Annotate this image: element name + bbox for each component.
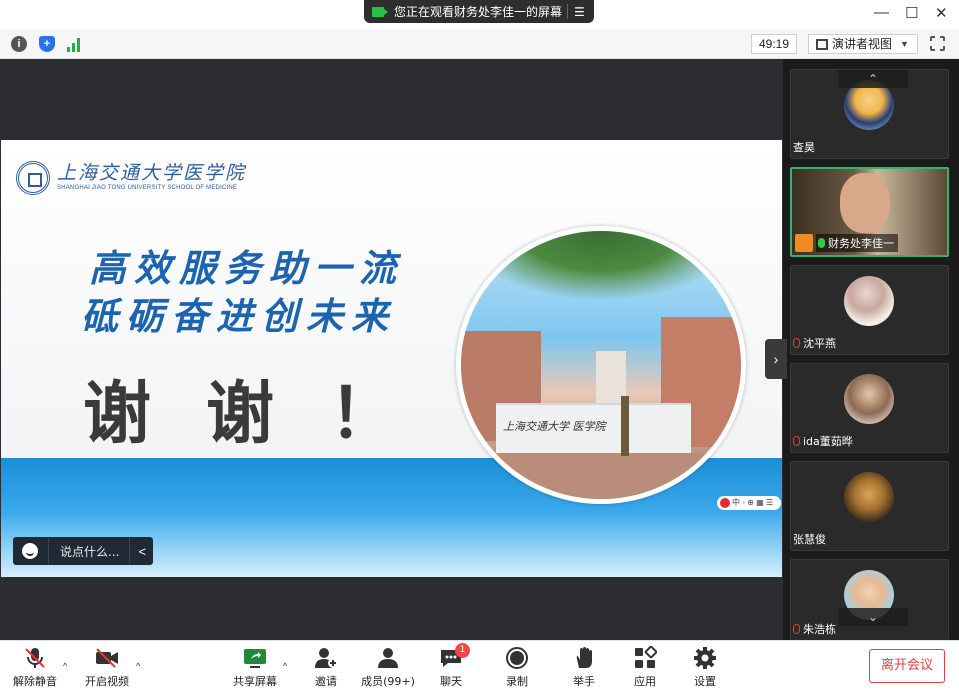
muted-mic-icon: [23, 646, 47, 670]
muted-mic-icon: [793, 436, 800, 446]
chat-button[interactable]: 1 聊天: [420, 643, 482, 689]
view-mode-dropdown[interactable]: 演讲者视图 ▼: [808, 34, 918, 54]
avatar: [844, 276, 894, 326]
divider: [567, 4, 568, 19]
thanks-text: 谢谢！: [83, 375, 453, 454]
gear-icon: [693, 646, 717, 670]
fullscreen-icon[interactable]: [929, 35, 946, 52]
collapse-gallery-button[interactable]: ›: [765, 339, 787, 379]
comment-placeholder[interactable]: 说点什么...: [60, 543, 119, 560]
scroll-up-icon[interactable]: ⌃: [838, 70, 908, 88]
participant-name: 张慧俊: [793, 533, 826, 546]
participant-face: [840, 173, 890, 233]
participant-name: 财务处李佳一: [816, 234, 898, 252]
record-icon: [505, 646, 529, 670]
muted-mic-icon: [793, 338, 800, 348]
start-video-label: 开启视频: [85, 675, 129, 688]
video-off-icon: [95, 646, 119, 670]
share-options-caret[interactable]: ^: [283, 661, 287, 671]
microphone-icon: [818, 238, 825, 248]
unmute-button[interactable]: 解除静音: [4, 646, 66, 689]
host-icon: [795, 234, 813, 252]
speaker-view-icon: [816, 38, 828, 50]
comment-input-bar[interactable]: 说点什么... <: [13, 537, 153, 565]
chat-icon: 1: [439, 643, 470, 670]
input-method-toolbar[interactable]: 中 ◦ ⊕ ▦ ☰: [717, 496, 781, 510]
members-label: 成员(99+): [361, 675, 415, 688]
apps-label: 应用: [634, 675, 656, 688]
members-button[interactable]: 成员(99+): [357, 646, 419, 689]
chevron-down-icon: ▼: [900, 39, 909, 49]
participant-tile-active-speaker[interactable]: 财务处李佳一: [790, 167, 949, 257]
shield-icon[interactable]: +: [39, 36, 55, 52]
share-screen-label: 共享屏幕: [233, 675, 277, 688]
chat-label: 聊天: [440, 675, 462, 688]
meeting-toolbar: i + 49:19 演讲者视图 ▼: [0, 29, 959, 59]
muted-mic-icon: [793, 624, 800, 634]
view-mode-label: 演讲者视图: [832, 37, 893, 51]
screen-share-icon: [372, 6, 388, 17]
meeting-controls-bar: 解除静音 ^ 开启视频 ^ 共享屏幕 ^ 邀请 成员(99+) 1 聊天 录制 …: [0, 640, 959, 693]
start-video-button[interactable]: 开启视频: [76, 646, 138, 689]
members-icon: [376, 646, 400, 670]
presentation-slide: 上海交通大学医学院 SHANGHAI JIAO TONG UNIVERSITY …: [1, 140, 782, 577]
avatar: [844, 472, 894, 522]
participant-tile[interactable]: 朱浩栋: [790, 559, 949, 641]
slogan-line-2: 砥砺奋进创未来: [81, 294, 396, 338]
meeting-timer: 49:19: [751, 34, 797, 54]
participant-name: ida董茹晔: [793, 433, 853, 449]
info-icon[interactable]: i: [11, 36, 27, 52]
sogou-icon: [720, 497, 730, 508]
share-screen-button[interactable]: 共享屏幕: [224, 646, 286, 689]
view-options-icon[interactable]: ☰: [574, 5, 585, 19]
record-label: 录制: [506, 675, 528, 688]
invite-button[interactable]: 邀请: [295, 646, 357, 689]
share-notice-pill[interactable]: 您正在观看财务处李佳一的屏幕 ☰: [364, 0, 594, 23]
settings-label: 设置: [694, 675, 716, 688]
unmute-label: 解除静音: [13, 675, 57, 688]
invite-user-icon: [314, 646, 338, 670]
raise-hand-button[interactable]: 举手: [553, 646, 615, 689]
scroll-down-icon[interactable]: ⌄: [838, 608, 908, 626]
campus-photo: 上海交通大学 医学院: [456, 226, 746, 504]
logo-english-name: SHANGHAI JIAO TONG UNIVERSITY SCHOOL OF …: [57, 185, 238, 191]
participant-name: 查昊: [793, 141, 815, 154]
title-bar: 您正在观看财务处李佳一的屏幕 ☰ — ☐ ✕: [0, 0, 959, 28]
invite-label: 邀请: [315, 675, 337, 688]
hand-icon: [572, 646, 596, 670]
chat-unread-badge: 1: [455, 643, 470, 658]
video-options-caret[interactable]: ^: [136, 661, 140, 671]
participant-tile[interactable]: 张慧俊: [790, 461, 949, 551]
participant-tile[interactable]: ida董茹晔: [790, 363, 949, 453]
leave-meeting-button[interactable]: 离开会议: [869, 649, 945, 683]
meeting-window: 您正在观看财务处李佳一的屏幕 ☰ — ☐ ✕ i + 49:19 演讲者视图 ▼…: [0, 0, 959, 693]
university-seal-logo: [16, 161, 50, 195]
chevron-left-icon[interactable]: <: [138, 544, 146, 559]
shared-screen-stage: 上海交通大学医学院 SHANGHAI JIAO TONG UNIVERSITY …: [0, 59, 783, 640]
emoji-icon[interactable]: [22, 543, 38, 559]
participant-tile[interactable]: 沈平燕: [790, 265, 949, 355]
apps-grid-icon: [633, 645, 658, 670]
participant-name: 沈平燕: [793, 335, 836, 351]
minimize-button[interactable]: —: [874, 4, 889, 21]
campus-sign-text: 上海交通大学 医学院: [503, 420, 606, 433]
share-notice-text: 您正在观看财务处李佳一的屏幕: [394, 5, 563, 19]
maximize-button[interactable]: ☐: [905, 4, 918, 22]
avatar: [844, 374, 894, 424]
slogan-line-1: 高效服务助一流: [89, 246, 404, 290]
settings-button[interactable]: 设置: [674, 646, 736, 689]
divider: [129, 538, 131, 564]
divider: [48, 538, 49, 564]
signal-icon[interactable]: [67, 36, 83, 52]
audio-options-caret[interactable]: ^: [63, 661, 67, 671]
record-button[interactable]: 录制: [486, 646, 548, 689]
share-screen-icon: [243, 646, 267, 670]
raise-hand-label: 举手: [573, 675, 595, 688]
close-button[interactable]: ✕: [935, 4, 948, 22]
participant-name: 朱浩栋: [793, 621, 836, 637]
logo-chinese-name: 上海交通大学医学院: [57, 162, 247, 184]
apps-button[interactable]: 应用: [614, 645, 676, 689]
